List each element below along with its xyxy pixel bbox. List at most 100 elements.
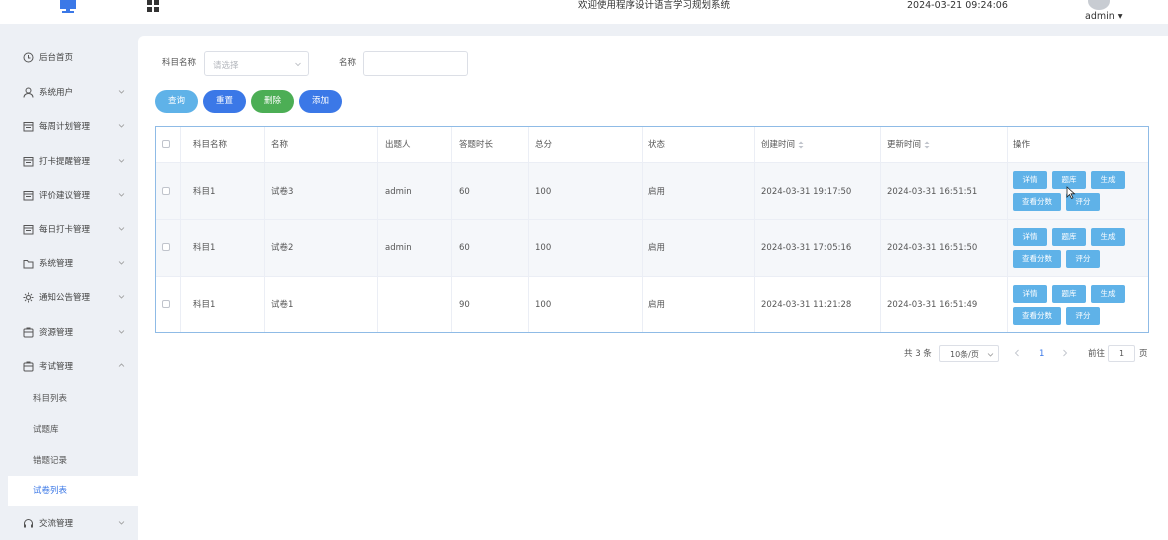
sidebar-item-resources[interactable]: 资源管理 <box>0 321 138 345</box>
cell-total: 100 <box>535 243 552 253</box>
question-bank-button[interactable]: 题库 <box>1052 228 1086 246</box>
sidebar-item-label: 资源管理 <box>39 328 74 338</box>
grid-menu-icon[interactable] <box>146 0 160 12</box>
detail-button[interactable]: 详情 <box>1013 171 1047 189</box>
goto-label: 前往 <box>1088 349 1106 359</box>
cell-author: admin <box>385 187 412 197</box>
row-divider <box>156 276 1148 277</box>
delete-button[interactable]: 删除 <box>251 90 294 113</box>
chevron-up-icon <box>118 363 125 367</box>
headset-icon <box>24 519 33 528</box>
chevron-down-icon <box>118 261 125 265</box>
chevron-down-icon <box>118 193 125 197</box>
view-score-button[interactable]: 查看分数 <box>1013 250 1061 268</box>
detail-button[interactable]: 详情 <box>1013 228 1047 246</box>
chevron-down-icon <box>987 353 994 357</box>
view-score-button[interactable]: 查看分数 <box>1013 193 1061 211</box>
subject-select-placeholder: 请选择 <box>213 61 239 71</box>
column-header-total: 总分 <box>535 140 553 150</box>
calendar-icon <box>23 157 34 167</box>
sidebar-item-label: 考试管理 <box>39 362 74 372</box>
user-icon <box>23 87 34 98</box>
column-header-created[interactable]: 创建时间 <box>761 140 804 150</box>
sidebar-item-system[interactable]: 系统管理 <box>0 252 138 276</box>
query-button[interactable]: 查询 <box>155 90 198 113</box>
calendar-icon <box>23 191 34 201</box>
sidebar-item-label: 后台首页 <box>39 53 74 63</box>
welcome-message: 欢迎使用程序设计语言学习规划系统 <box>578 0 731 11</box>
generate-button[interactable]: 生成 <box>1091 285 1125 303</box>
row-checkbox[interactable] <box>162 243 170 251</box>
select-all-checkbox[interactable] <box>162 140 170 148</box>
sidebar-item-announcements[interactable]: 通知公告管理 <box>0 286 138 310</box>
column-header-duration: 答题时长 <box>459 140 494 150</box>
cell-duration: 90 <box>459 300 470 310</box>
detail-button[interactable]: 详情 <box>1013 285 1047 303</box>
prev-page-icon[interactable] <box>1013 348 1021 358</box>
add-button[interactable]: 添加 <box>299 90 342 113</box>
sidebar-item-checkin-reminder[interactable]: 打卡提醒管理 <box>0 150 138 174</box>
sidebar-item-weekly-plan[interactable]: 每周计划管理 <box>0 115 138 139</box>
sidebar-subitem-subjects[interactable]: 科目列表 <box>8 384 138 414</box>
sidebar-subitem-wrong-answers[interactable]: 错题记录 <box>8 446 138 476</box>
column-divider <box>377 127 378 332</box>
sidebar-item-label: 每日打卡管理 <box>39 225 91 235</box>
chevron-down-icon <box>118 159 125 163</box>
sidebar-item-feedback[interactable]: 评价建议管理 <box>0 184 138 208</box>
calendar-icon <box>23 122 34 132</box>
row-checkbox[interactable] <box>162 300 170 308</box>
column-header-author: 出题人 <box>385 140 411 150</box>
column-divider <box>1007 127 1008 332</box>
generate-button[interactable]: 生成 <box>1091 228 1125 246</box>
chevron-down-icon <box>118 90 125 94</box>
sidebar-subitem-label: 科目列表 <box>33 394 68 404</box>
box-icon <box>23 327 34 338</box>
goto-page-input[interactable]: 1 <box>1108 345 1135 362</box>
calendar-icon <box>23 225 34 235</box>
grade-button[interactable]: 评分 <box>1066 307 1100 325</box>
column-divider <box>264 127 265 332</box>
generate-button[interactable]: 生成 <box>1091 171 1125 189</box>
cell-updated: 2024-03-31 16:51:50 <box>887 243 978 253</box>
reset-button[interactable]: 重置 <box>203 90 246 113</box>
user-menu[interactable]: admin ▾ <box>1085 12 1123 22</box>
column-divider <box>642 127 643 332</box>
sidebar-subitem-question-bank[interactable]: 试题库 <box>8 415 138 445</box>
name-input[interactable] <box>363 51 468 76</box>
sort-icon[interactable] <box>798 141 804 149</box>
box-icon <box>23 361 34 372</box>
question-bank-button[interactable]: 题库 <box>1052 285 1086 303</box>
cell-subject: 科目1 <box>193 243 216 253</box>
sidebar-item-exams[interactable]: 考试管理 <box>0 355 138 379</box>
sidebar-subitem-papers[interactable]: 试卷列表 <box>8 476 138 506</box>
column-divider <box>451 127 452 332</box>
column-header-status: 状态 <box>648 140 666 150</box>
sidebar-item-daily-checkin[interactable]: 每日打卡管理 <box>0 218 138 242</box>
view-score-button[interactable]: 查看分数 <box>1013 307 1061 325</box>
column-header-updated[interactable]: 更新时间 <box>887 140 930 150</box>
chevron-down-icon <box>118 124 125 128</box>
row-checkbox[interactable] <box>162 187 170 195</box>
sidebar-item-users[interactable]: 系统用户 <box>0 81 138 105</box>
cell-updated: 2024-03-31 16:51:51 <box>887 187 978 197</box>
column-divider <box>180 127 181 332</box>
cell-subject: 科目1 <box>193 300 216 310</box>
sidebar-item-home[interactable]: 后台首页 <box>0 46 138 70</box>
chevron-down-icon <box>118 227 125 231</box>
sidebar-item-communication[interactable]: 交流管理 <box>0 512 138 536</box>
sort-icon[interactable] <box>924 141 930 149</box>
pagination-total: 共 3 条 <box>904 349 932 359</box>
current-page[interactable]: 1 <box>1039 349 1044 359</box>
subject-select[interactable]: 请选择 <box>204 51 309 76</box>
cell-subject: 科目1 <box>193 187 216 197</box>
chevron-down-icon <box>118 295 125 299</box>
grade-button[interactable]: 评分 <box>1066 250 1100 268</box>
page-size-select[interactable]: 10条/页 <box>939 345 999 362</box>
sidebar-subitem-label: 试题库 <box>33 425 59 435</box>
cell-created: 2024-03-31 11:21:28 <box>761 300 852 310</box>
avatar[interactable] <box>1088 0 1110 10</box>
cell-status: 启用 <box>648 243 666 253</box>
next-page-icon[interactable] <box>1061 348 1069 358</box>
cell-name: 试卷1 <box>271 300 294 310</box>
cell-updated: 2024-03-31 16:51:49 <box>887 300 978 310</box>
